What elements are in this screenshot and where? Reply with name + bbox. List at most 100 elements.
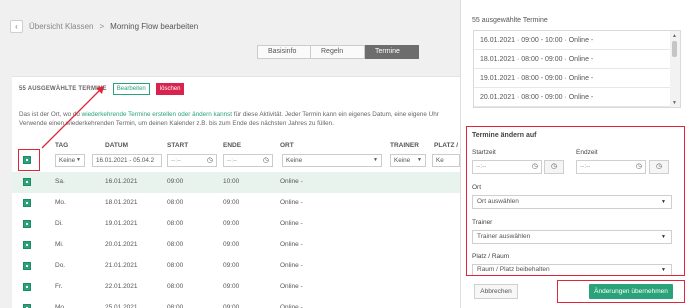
cell-datum: 18.01.2021 (105, 199, 138, 206)
trainer-label: Trainer (472, 219, 493, 226)
cell-start: 08:00 (167, 304, 184, 308)
col-header-datum[interactable]: DATUM (105, 142, 128, 149)
filter-ende[interactable]: --:-- ◷ (223, 154, 273, 167)
start-time-value: --:-- (476, 163, 487, 170)
hint-prefix: Das ist der Ort, wo du (19, 111, 82, 118)
chevron-down-icon: ▼ (661, 199, 666, 205)
ort-select[interactable]: Ort auswählen ▼ (472, 195, 672, 209)
panel-title: 55 ausgewählte Termine (472, 17, 548, 24)
tab-basisinfo[interactable]: Basisinfo (257, 45, 311, 59)
cell-datum: 19.01.2021 (105, 220, 138, 227)
cell-ort: Online - (280, 199, 303, 206)
filter-platz-value: Ke (436, 157, 444, 164)
row-checkbox[interactable] (23, 283, 31, 291)
filter-datum[interactable]: 16.01.2021 - 05.04.2 (92, 154, 162, 167)
cell-start: 08:00 (167, 220, 184, 227)
table-row[interactable]: Do. 21.01.2021 08:00 09:00 Online - (12, 256, 460, 277)
cell-ende: 09:00 (223, 220, 240, 227)
list-item[interactable]: 20.01.2021 · 08:00 - 09:00 · Online - (474, 88, 670, 107)
end-time-value: --:-- (580, 163, 591, 170)
selection-count: 55 AUSGEWÄHLTE TERMINE (19, 86, 107, 92)
page-title: Morning Flow bearbeiten (110, 22, 199, 31)
row-checkbox[interactable] (23, 304, 31, 308)
start-time-input[interactable]: --:-- ◷ (472, 160, 542, 174)
hint-link[interactable]: wiederkehrende Termine erstellen oder än… (82, 111, 232, 118)
hint-line2: Verwende einen wiederkehrenden Termin, u… (19, 120, 334, 127)
col-header-ort[interactable]: ORT (280, 142, 294, 149)
filter-tag-value: Keine (59, 157, 76, 164)
list-item[interactable]: 18.01.2021 · 08:00 - 09:00 · Online - (474, 50, 670, 69)
tab-regeln[interactable]: Regeln (311, 45, 365, 59)
trainer-select[interactable]: Trainer auswählen ▼ (472, 230, 672, 244)
chevron-down-icon: ▼ (661, 234, 666, 240)
platz-select[interactable]: Raum / Platz beibehalten ▼ (472, 264, 672, 275)
cell-ende: 09:00 (223, 241, 240, 248)
cell-tag: Di. (55, 220, 63, 227)
ort-label: Ort (472, 184, 482, 191)
table-row[interactable]: Di. 19.01.2021 08:00 09:00 Online - (12, 214, 460, 235)
table-row[interactable]: Mo. 18.01.2021 08:00 09:00 Online - (12, 193, 460, 214)
clear-end-time-button[interactable]: ◷ (649, 160, 669, 174)
cell-start: 08:00 (167, 283, 184, 290)
filter-trainer-value: Keine (394, 157, 411, 164)
cell-ende: 10:00 (223, 178, 240, 185)
cell-ort: Online - (280, 262, 303, 269)
cell-start: 09:00 (167, 178, 184, 185)
filter-ort-value: Keine (286, 157, 303, 164)
scrollbar[interactable]: ▲ ▼ (670, 31, 680, 107)
cell-tag: Mi. (55, 241, 64, 248)
cell-ende: 09:00 (223, 283, 240, 290)
change-dates-form: Termine ändern auf Startzeit --:-- ◷ ◷ En… (466, 126, 685, 276)
delete-button[interactable]: löschen (155, 83, 185, 95)
filter-tag[interactable]: Keine ▼ (55, 154, 85, 167)
filter-trainer[interactable]: Keine ▼ (390, 154, 426, 167)
filter-start[interactable]: --:-- ◷ (167, 154, 217, 167)
row-checkbox[interactable] (23, 178, 31, 186)
col-header-trainer[interactable]: TRAINER (390, 142, 419, 149)
scroll-down-icon[interactable]: ▼ (672, 100, 677, 106)
edit-button[interactable]: Bearbeiten (112, 83, 150, 95)
cell-ort: Online - (280, 283, 303, 290)
chevron-down-icon: ▼ (76, 157, 81, 163)
tab-termine[interactable]: Termine (365, 45, 419, 59)
platz-select-value: Raum / Platz beibehalten (477, 266, 550, 273)
selected-dates-list: 16.01.2021 · 09:00 - 10:00 · Online - 18… (473, 30, 681, 108)
col-header-platz[interactable]: PLATZ / (434, 142, 458, 149)
scroll-up-icon[interactable]: ▲ (672, 33, 677, 39)
list-item[interactable]: 16.01.2021 · 09:00 - 10:00 · Online - (474, 31, 670, 50)
chevron-down-icon: ▼ (417, 157, 422, 163)
chevron-left-icon[interactable]: ‹ (10, 20, 23, 33)
cell-tag: Mo. (55, 199, 66, 206)
list-item[interactable]: 19.01.2021 · 08:00 - 09:00 · Online - (474, 69, 670, 88)
cell-tag: Mo. (55, 304, 66, 308)
table-row[interactable]: Mi. 20.01.2021 08:00 09:00 Online - (12, 235, 460, 256)
chevron-down-icon: ▼ (661, 267, 666, 273)
end-time-input[interactable]: --:-- ◷ (576, 160, 646, 174)
row-checkbox[interactable] (23, 199, 31, 207)
breadcrumb-parent[interactable]: Übersicht Klassen (29, 22, 93, 31)
row-checkbox[interactable] (23, 241, 31, 249)
cancel-button[interactable]: Abbrechen (474, 284, 518, 299)
table-row[interactable]: Sa. 16.01.2021 09:00 10:00 Online - (12, 172, 460, 193)
form-title: Termine ändern auf (472, 132, 537, 139)
row-checkbox[interactable] (23, 220, 31, 228)
filter-platz[interactable]: Ke (432, 154, 460, 167)
col-header-ende[interactable]: ENDE (223, 142, 241, 149)
cell-ende: 09:00 (223, 199, 240, 206)
table-row[interactable]: Mo. 25.01.2021 08:00 09:00 Online - (12, 298, 460, 308)
col-header-start[interactable]: START (167, 142, 188, 149)
clear-start-time-button[interactable]: ◷ (544, 160, 564, 174)
filter-ort[interactable]: Keine ▼ (282, 154, 382, 167)
filter-start-value: --:-- (171, 157, 182, 164)
clock-icon: ◷ (550, 163, 558, 170)
apply-changes-button[interactable]: Änderungen übernehmen (589, 284, 673, 299)
chevron-down-icon: ▼ (373, 157, 378, 163)
col-header-tag[interactable]: TAG (55, 142, 68, 149)
cell-datum: 20.01.2021 (105, 241, 138, 248)
row-checkbox[interactable] (23, 262, 31, 270)
cell-tag: Fr. (55, 283, 63, 290)
edit-side-panel: 55 ausgewählte Termine 16.01.2021 · 09:0… (460, 0, 688, 308)
hint-text: Das ist der Ort, wo du wiederkehrende Te… (19, 110, 459, 128)
scrollbar-thumb[interactable] (672, 41, 677, 57)
table-row[interactable]: Fr. 22.01.2021 08:00 09:00 Online - (12, 277, 460, 298)
